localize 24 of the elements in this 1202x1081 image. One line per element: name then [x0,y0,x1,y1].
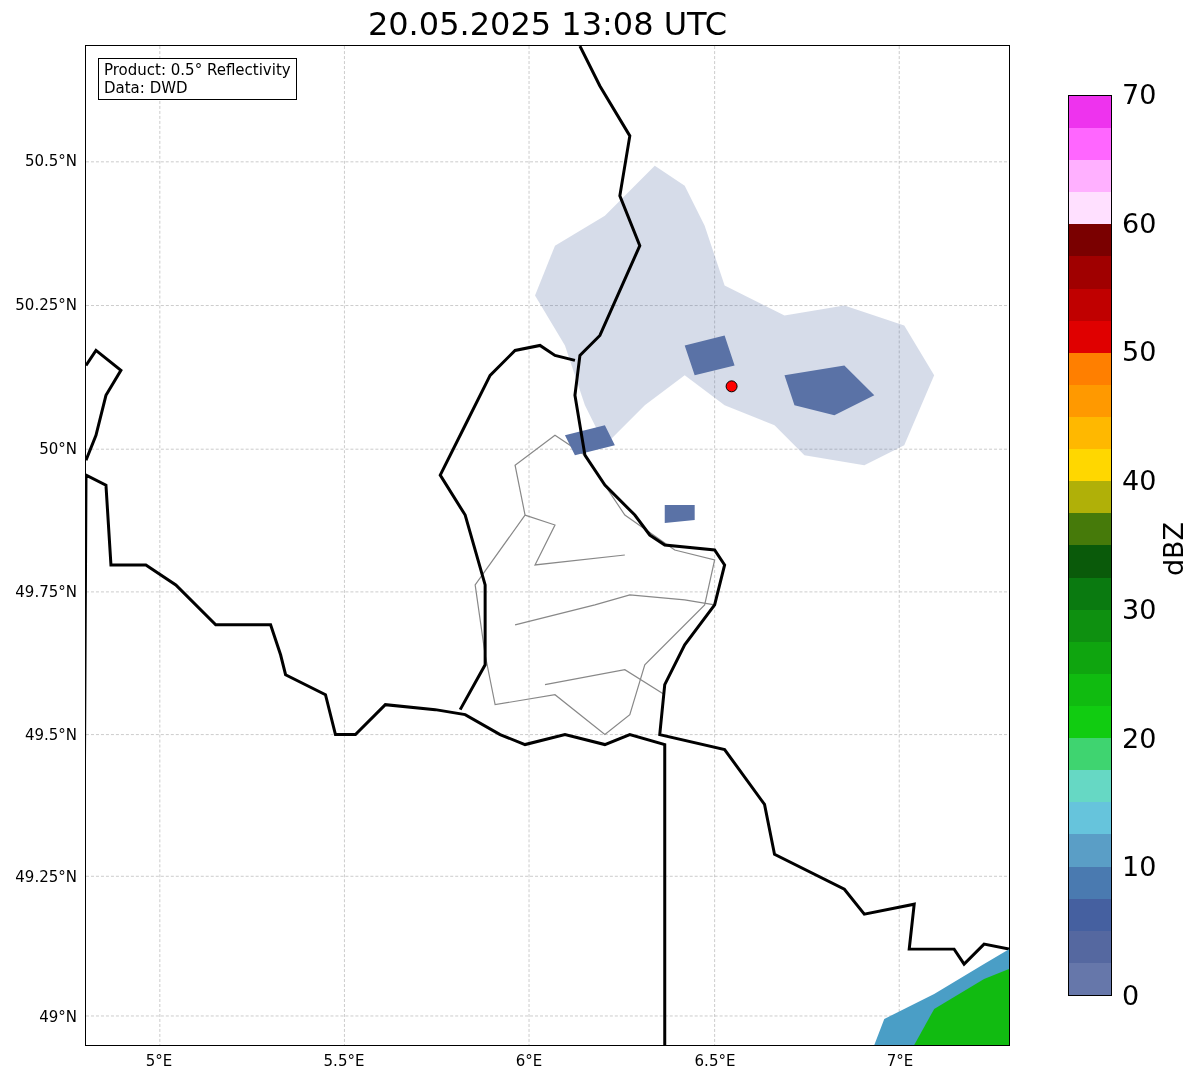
colorbar-tick-label: 30 [1122,594,1157,625]
colorbar-tick-label: 20 [1122,723,1157,754]
axis-tick-label: 5.5°E [323,1052,365,1070]
colorbar-tick-label: 0 [1122,981,1140,1011]
info-text: Data: DWD [104,79,189,97]
info-text: Product: 0.5° Reflectivity [104,61,291,79]
colorbar-tick-label: 40 [1122,466,1157,497]
axis-tick-label: 6°E [515,1052,543,1070]
axis-tick-label: 49.5°N [24,726,77,744]
axis-tick-label: 49.75°N [15,583,77,601]
axis-tick-label: 50.5°N [24,152,77,170]
colorbar-tick-label: 50 [1122,337,1157,368]
axis-tick-label: 50°N [39,440,77,458]
axis-tick-label: 49.25°N [15,868,77,886]
axis-tick-label: 49°N [39,1008,77,1026]
axis-tick-label: 6.5°E [694,1052,736,1070]
colorbar-label: dBZ [1159,521,1189,577]
chart-title: 20.05.2025 13:08 UTC [367,4,728,44]
axis-tick-label: 7°E [886,1052,914,1070]
colorbar-tick-label: 10 [1122,852,1157,883]
axis-tick-label: 50.25°N [15,296,77,314]
colorbar-tick-label: 70 [1122,80,1157,110]
colorbar-tick-label: 60 [1122,208,1157,239]
axis-tick-label: 5°E [145,1052,173,1070]
